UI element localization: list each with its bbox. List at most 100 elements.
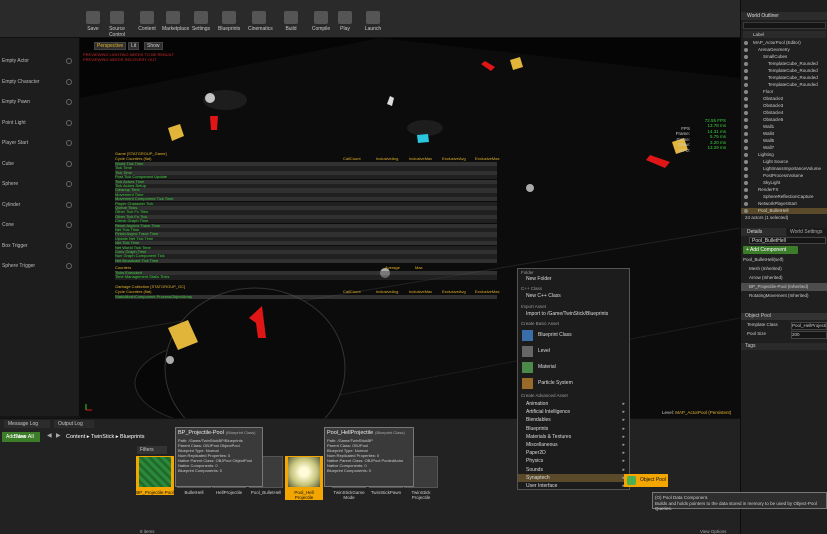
- visibility-eye-icon[interactable]: [744, 104, 748, 108]
- outliner-item[interactable]: TemplateCube_Rounded: [741, 61, 827, 67]
- place-actor-item[interactable]: Cylinder: [0, 198, 78, 212]
- visibility-eye-icon[interactable]: [744, 139, 748, 143]
- tab-world-settings[interactable]: World Settings: [787, 228, 827, 236]
- blueprints-button[interactable]: Blueprints: [218, 11, 240, 37]
- cinematics-button[interactable]: Cinematics: [248, 11, 273, 37]
- visibility-eye-icon[interactable]: [744, 153, 748, 157]
- create-advanced-item[interactable]: Blendables ▸: [518, 416, 629, 424]
- breadcrumb-item[interactable]: Content: [66, 434, 85, 440]
- place-actor-item[interactable]: Sphere Trigger: [0, 259, 78, 273]
- create-advanced-item[interactable]: Paper2D ▸: [518, 449, 629, 457]
- visibility-eye-icon[interactable]: [744, 41, 748, 45]
- tab-output-log[interactable]: Output Log: [54, 420, 94, 428]
- visibility-eye-icon[interactable]: [744, 202, 748, 206]
- visibility-eye-icon[interactable]: [744, 188, 748, 192]
- outliner-item[interactable]: TemplateCube_Rounded: [741, 68, 827, 74]
- create-advanced-item[interactable]: Sounds ▸: [518, 466, 629, 474]
- outliner-item[interactable]: TemplateCube_Rounded: [741, 82, 827, 88]
- import-item[interactable]: Import to /Game/TwinStick/Blueprints: [518, 310, 629, 318]
- visibility-eye-icon[interactable]: [744, 97, 748, 101]
- component-item[interactable]: Mesh (Inherited): [741, 265, 827, 273]
- outliner-item[interactable]: Pool_BulletHell: [741, 208, 827, 214]
- outliner-tab[interactable]: World Outliner: [741, 12, 827, 20]
- create-advanced-item[interactable]: Blueprints ▸: [518, 425, 629, 433]
- place-actor-item[interactable]: Player Start: [0, 136, 78, 150]
- view-options-button[interactable]: View Options: [700, 529, 726, 534]
- component-item[interactable]: RotatingMovement (Inherited): [741, 292, 827, 300]
- new-folder-item[interactable]: New Folder: [518, 275, 629, 283]
- level-viewport[interactable]: PREVIEWING LIGHTING NEEDS TO BE REBUILT …: [80, 38, 740, 418]
- outliner-item[interactable]: TemplateCube_Rounded: [741, 75, 827, 81]
- visibility-eye-icon[interactable]: [744, 90, 748, 94]
- new-cpp-class-item[interactable]: New C++ Class: [518, 292, 629, 300]
- visibility-eye-icon[interactable]: [744, 195, 748, 199]
- back-arrow-icon[interactable]: ◀: [47, 432, 55, 442]
- outliner-item[interactable]: Wall4: [741, 131, 827, 137]
- viewport-show-button[interactable]: Show: [144, 42, 163, 50]
- outliner-search-input[interactable]: [743, 22, 826, 29]
- outliner-item[interactable]: MAP_ActorPool (Editor): [741, 40, 827, 46]
- property-value-field[interactable]: Pool_HellProjectile: [791, 322, 827, 330]
- visibility-eye-icon[interactable]: [744, 76, 748, 80]
- visibility-eye-icon[interactable]: [744, 118, 748, 122]
- visibility-eye-icon[interactable]: [744, 160, 748, 164]
- object-pool-submenu-item[interactable]: Object Pool: [624, 474, 668, 487]
- outliner-column-header[interactable]: Label: [743, 31, 826, 38]
- visibility-eye-icon[interactable]: [744, 111, 748, 115]
- create-advanced-item[interactable]: Miscellaneous ▸: [518, 441, 629, 449]
- outliner-item[interactable]: Obstacle5: [741, 117, 827, 123]
- breadcrumb-item[interactable]: Blueprints: [120, 434, 144, 440]
- viewport-lit-button[interactable]: Lit: [128, 42, 140, 50]
- create-advanced-item[interactable]: Synaptech▸: [518, 473, 629, 482]
- outliner-item[interactable]: Obstacle4: [741, 110, 827, 116]
- filters-button[interactable]: Filters: [137, 446, 167, 454]
- play-button[interactable]: Play: [334, 11, 356, 37]
- outliner-item[interactable]: ArenaGeometry: [741, 47, 827, 53]
- create-advanced-item[interactable]: User Interface▸: [518, 482, 629, 490]
- visibility-eye-icon[interactable]: [744, 55, 748, 59]
- component-item[interactable]: Arrow (Inherited): [741, 274, 827, 282]
- create-advanced-item[interactable]: Animation ▸: [518, 400, 629, 408]
- place-actor-item[interactable]: Cone: [0, 218, 78, 232]
- place-actor-item[interactable]: Box Trigger: [0, 239, 78, 253]
- tab-details[interactable]: Details: [741, 228, 786, 236]
- settings-button[interactable]: Settings: [190, 11, 212, 37]
- outliner-item[interactable]: NetworkPlayerStart: [741, 201, 827, 207]
- visibility-eye-icon[interactable]: [744, 146, 748, 150]
- outliner-item[interactable]: LightmassImportanceVolume: [741, 166, 827, 172]
- create-advanced-item[interactable]: Physics ▸: [518, 457, 629, 465]
- self-component[interactable]: Pool_BulletHell(self): [743, 257, 784, 262]
- place-actor-item[interactable]: Point Light: [0, 116, 78, 130]
- place-actor-item[interactable]: Empty Character: [0, 75, 78, 89]
- outliner-item[interactable]: SphereReflectionCapture: [741, 194, 827, 200]
- create-basic-item[interactable]: Level: [518, 344, 629, 358]
- outliner-item[interactable]: Light Source: [741, 159, 827, 165]
- visibility-eye-icon[interactable]: [744, 83, 748, 87]
- viewport-perspective-button[interactable]: Perspective: [94, 42, 127, 50]
- add-component-button[interactable]: + Add Component: [743, 246, 798, 254]
- actor-name-field[interactable]: Pool_BulletHell: [749, 237, 826, 244]
- place-actor-item[interactable]: Cube: [0, 157, 78, 171]
- launch-button[interactable]: Launch: [362, 11, 384, 37]
- asset-tile[interactable]: BP_Projectile-Pool: [136, 456, 174, 495]
- create-advanced-item[interactable]: Artificial Intelligence ▸: [518, 408, 629, 416]
- outliner-item[interactable]: Lighting: [741, 152, 827, 158]
- outliner-item[interactable]: SkyLight: [741, 180, 827, 186]
- visibility-eye-icon[interactable]: [744, 69, 748, 73]
- component-item[interactable]: BP_Projectile-Pool (Inherited): [741, 283, 827, 291]
- save-all-button[interactable]: Save All: [14, 432, 44, 442]
- outliner-item[interactable]: Obstacle3: [741, 103, 827, 109]
- outliner-item[interactable]: Wall5: [741, 138, 827, 144]
- source-control-button[interactable]: Source Control: [106, 11, 128, 38]
- outliner-item[interactable]: SmallCubes: [741, 54, 827, 60]
- create-basic-item[interactable]: Material: [518, 360, 629, 374]
- compile-button[interactable]: Compile: [310, 11, 332, 37]
- object-pool-section[interactable]: Object Pool: [741, 313, 827, 320]
- place-actor-item[interactable]: Empty Actor: [0, 54, 78, 68]
- visibility-eye-icon[interactable]: [744, 209, 748, 213]
- forward-arrow-icon[interactable]: ▶: [56, 432, 64, 442]
- build-button[interactable]: Build: [280, 11, 302, 37]
- place-actor-item[interactable]: Sphere: [0, 177, 78, 191]
- visibility-eye-icon[interactable]: [744, 48, 748, 52]
- create-basic-item[interactable]: Blueprint Class: [518, 328, 629, 342]
